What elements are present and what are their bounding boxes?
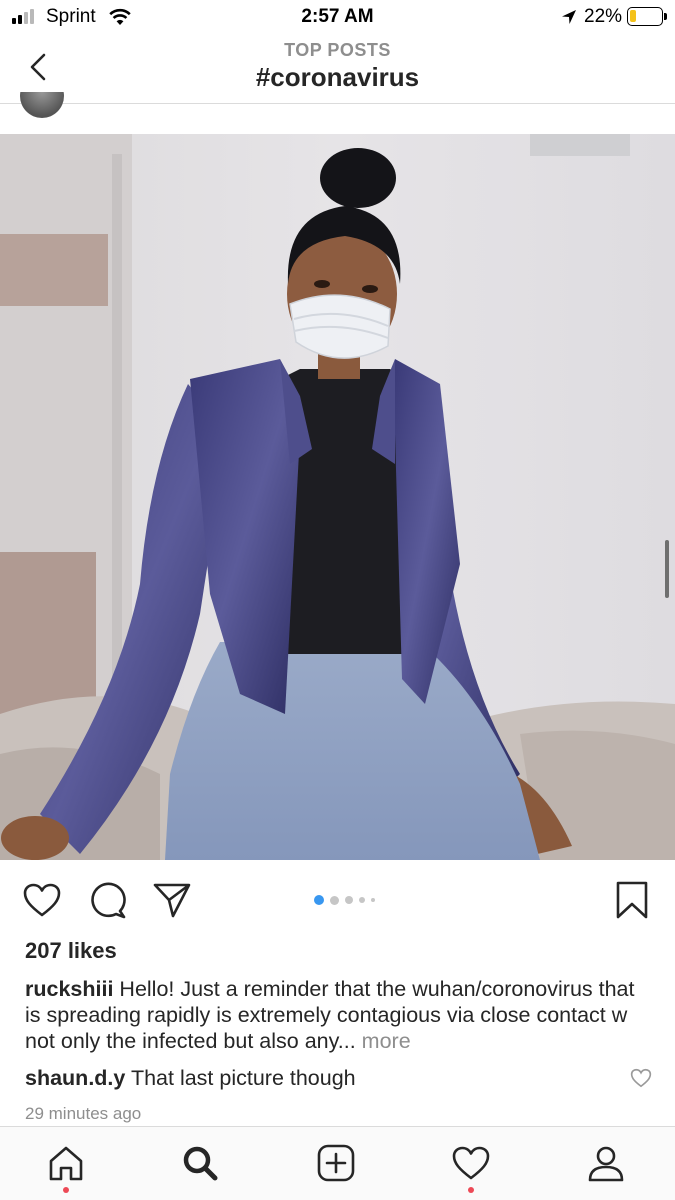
- carousel-dot: [345, 896, 353, 904]
- battery-icon: [627, 7, 663, 26]
- caption-text: Hello! Just a reminder that the wuhan/co…: [25, 977, 635, 1053]
- like-button[interactable]: [20, 878, 64, 922]
- heart-outline-icon: [630, 1068, 652, 1088]
- status-bar: Sprint 2:57 AM 22%: [0, 0, 675, 36]
- search-icon: [183, 1146, 218, 1181]
- tab-home[interactable]: [44, 1141, 88, 1185]
- nav-header: TOP POSTS #coronavirus: [0, 36, 675, 104]
- comment-like-button[interactable]: [630, 1068, 652, 1093]
- battery-percent: 22%: [584, 6, 623, 27]
- carousel-dot: [330, 895, 339, 905]
- tab-new-post[interactable]: [314, 1141, 358, 1185]
- comment-text: That last picture though: [125, 1066, 356, 1090]
- share-button[interactable]: [150, 878, 194, 922]
- caption-username[interactable]: ruckshiii: [25, 977, 113, 1001]
- heart-outline-icon: [23, 883, 61, 917]
- home-notification-dot: [63, 1187, 69, 1193]
- comment: shaun.d.y That last picture though: [25, 1066, 356, 1091]
- carousel-dot: [359, 897, 365, 903]
- carousel-dot: [314, 895, 324, 905]
- home-icon: [49, 1146, 83, 1181]
- avatar[interactable]: [20, 92, 64, 118]
- post-photo[interactable]: [0, 134, 675, 860]
- tab-bar: [0, 1126, 675, 1200]
- activity-notification-dot: [468, 1187, 474, 1193]
- comment-username[interactable]: shaun.d.y: [25, 1066, 125, 1090]
- likes-count[interactable]: 207 likes: [25, 938, 117, 964]
- tab-activity[interactable]: [449, 1141, 493, 1185]
- post-timestamp: 29 minutes ago: [25, 1104, 142, 1123]
- scroll-indicator[interactable]: [665, 540, 669, 598]
- plus-square-icon: [317, 1144, 355, 1182]
- more-link[interactable]: more: [356, 1029, 411, 1053]
- save-button[interactable]: [610, 878, 654, 922]
- bookmark-icon: [616, 881, 648, 919]
- battery-tip: [664, 13, 667, 20]
- paper-plane-icon: [153, 883, 191, 918]
- heart-icon: [452, 1146, 490, 1180]
- comment-button[interactable]: [86, 878, 130, 922]
- page-title: #coronavirus: [255, 62, 420, 92]
- post-caption: ruckshiii Hello! Just a reminder that th…: [25, 976, 655, 1054]
- person-icon: [588, 1146, 624, 1182]
- location-arrow-icon: [560, 8, 578, 31]
- speech-bubble-icon: [91, 882, 126, 919]
- page-subtitle: TOP POSTS: [284, 40, 391, 60]
- tab-profile[interactable]: [584, 1141, 628, 1185]
- carousel-indicator: [314, 895, 375, 905]
- post-actions: [0, 870, 675, 930]
- carousel-dot: [371, 898, 375, 902]
- tab-search[interactable]: [178, 1141, 222, 1185]
